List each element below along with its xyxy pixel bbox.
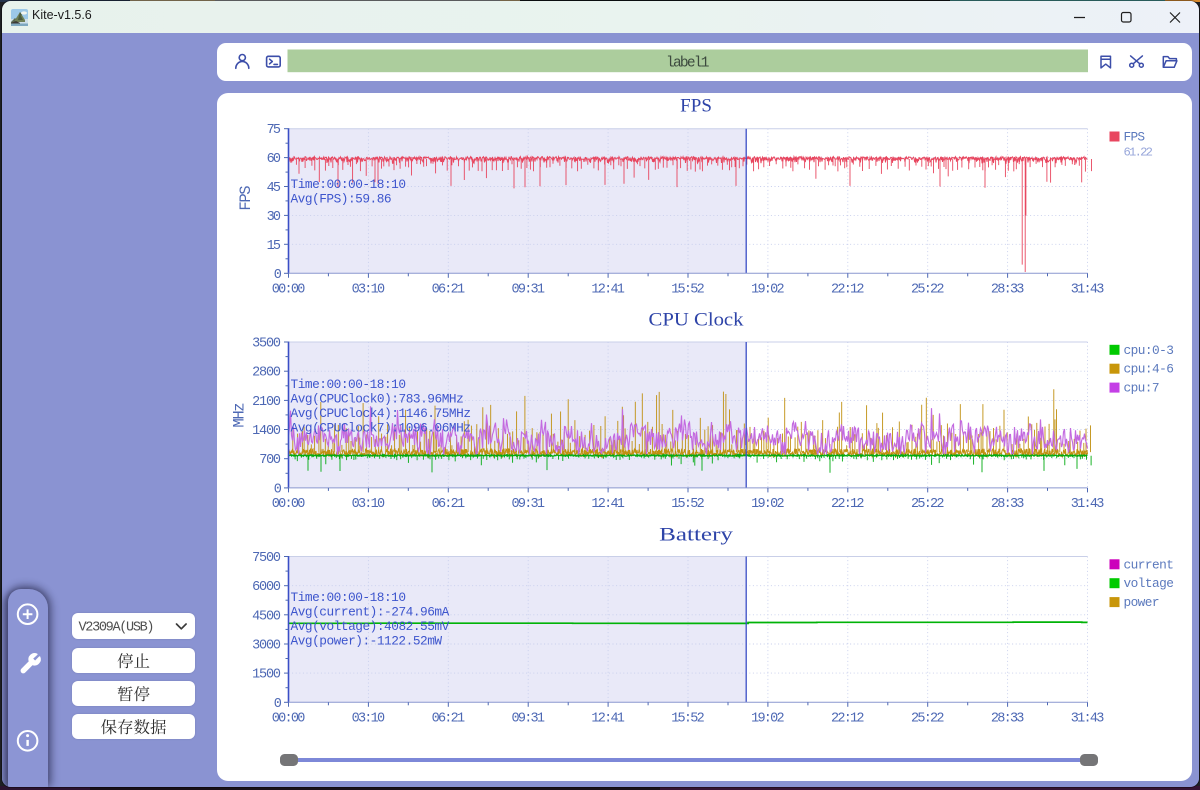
svg-text:25:22: 25:22 (911, 711, 945, 726)
svg-text:09:31: 09:31 (512, 282, 546, 297)
svg-text:31:43: 31:43 (1071, 711, 1105, 726)
svg-text:60: 60 (267, 152, 281, 167)
svg-text:28:33: 28:33 (991, 497, 1025, 512)
svg-text:19:02: 19:02 (751, 711, 785, 726)
svg-text:28:33: 28:33 (991, 282, 1025, 297)
svg-text:Avg(CPUClock4):1146.75MHz: Avg(CPUClock4):1146.75MHz (291, 406, 472, 421)
svg-text:CPU Clock: CPU Clock (649, 311, 745, 331)
svg-text:61.22: 61.22 (1124, 145, 1154, 159)
svg-text:06:21: 06:21 (432, 711, 466, 726)
svg-text:31:43: 31:43 (1071, 282, 1105, 297)
svg-text:Time:00:00-18:10: Time:00:00-18:10 (291, 590, 407, 605)
svg-text:45: 45 (267, 181, 281, 196)
svg-text:V2309A(USB): V2309A(USB) (79, 621, 155, 636)
svg-text:4500: 4500 (252, 609, 281, 624)
svg-text:0: 0 (274, 697, 282, 712)
svg-text:FPS: FPS (680, 97, 712, 117)
svg-text:Time:00:00-18:10: Time:00:00-18:10 (291, 377, 407, 392)
svg-text:2800: 2800 (252, 366, 281, 381)
svg-text:15:52: 15:52 (671, 282, 705, 297)
svg-text:30: 30 (267, 210, 281, 225)
svg-text:06:21: 06:21 (432, 282, 466, 297)
svg-text:09:31: 09:31 (512, 711, 546, 726)
svg-text:00:00: 00:00 (272, 711, 306, 726)
svg-text:Battery: Battery (659, 526, 734, 546)
svg-text:3500: 3500 (252, 337, 281, 352)
svg-text:3000: 3000 (252, 639, 281, 654)
svg-text:1400: 1400 (252, 424, 281, 439)
svg-text:cpu:0-3: cpu:0-3 (1124, 343, 1174, 358)
svg-text:03:10: 03:10 (352, 282, 386, 297)
svg-text:7500: 7500 (252, 551, 281, 566)
svg-text:15: 15 (267, 239, 281, 254)
svg-text:voltage: voltage (1124, 576, 1174, 591)
svg-text:09:31: 09:31 (512, 497, 546, 512)
svg-text:75: 75 (267, 123, 281, 138)
svg-text:31:43: 31:43 (1071, 497, 1105, 512)
svg-text:00:00: 00:00 (272, 282, 306, 297)
svg-text:cpu:4-6: cpu:4-6 (1124, 362, 1174, 377)
svg-text:15:52: 15:52 (671, 711, 705, 726)
svg-text:label1: label1 (666, 55, 710, 71)
svg-text:FPS: FPS (1124, 130, 1146, 145)
svg-text:Avg(power):-1122.52mW: Avg(power):-1122.52mW (291, 634, 443, 649)
svg-text:12:41: 12:41 (591, 711, 625, 726)
svg-text:Avg(CPUClock7):1096.06MHz: Avg(CPUClock7):1096.06MHz (291, 420, 472, 435)
svg-text:22:12: 22:12 (831, 711, 865, 726)
svg-text:700: 700 (259, 453, 281, 468)
svg-text:25:22: 25:22 (911, 497, 945, 512)
svg-text:1500: 1500 (252, 668, 281, 683)
svg-text:12:41: 12:41 (591, 282, 625, 297)
svg-text:MHz: MHz (231, 402, 249, 427)
svg-text:current: current (1124, 557, 1174, 572)
svg-text:28:33: 28:33 (991, 711, 1025, 726)
svg-text:19:02: 19:02 (751, 282, 785, 297)
svg-text:22:12: 22:12 (831, 497, 865, 512)
svg-text:Avg(CPUClock0):783.96MHz: Avg(CPUClock0):783.96MHz (291, 391, 464, 406)
svg-text:19:02: 19:02 (751, 497, 785, 512)
svg-text:6000: 6000 (252, 580, 281, 595)
svg-text:Time:00:00-18:10: Time:00:00-18:10 (291, 177, 407, 192)
svg-text:12:41: 12:41 (591, 497, 625, 512)
svg-text:03:10: 03:10 (352, 711, 386, 726)
svg-text:03:10: 03:10 (352, 497, 386, 512)
svg-text:cpu:7: cpu:7 (1124, 381, 1160, 396)
svg-text:22:12: 22:12 (831, 282, 865, 297)
svg-text:25:22: 25:22 (911, 282, 945, 297)
svg-text:15:52: 15:52 (671, 497, 705, 512)
svg-text:Avg(voltage):4082.55mV: Avg(voltage):4082.55mV (291, 619, 450, 634)
svg-text:00:00: 00:00 (272, 497, 306, 512)
svg-text:Avg(current):-274.96mA: Avg(current):-274.96mA (291, 605, 450, 620)
svg-text:0: 0 (274, 268, 282, 283)
svg-text:Avg(FPS):59.86: Avg(FPS):59.86 (291, 192, 392, 207)
svg-text:2100: 2100 (252, 395, 281, 410)
svg-text:power: power (1124, 595, 1160, 610)
svg-text:FPS: FPS (237, 185, 255, 210)
svg-text:0: 0 (274, 482, 282, 497)
svg-text:06:21: 06:21 (432, 497, 466, 512)
